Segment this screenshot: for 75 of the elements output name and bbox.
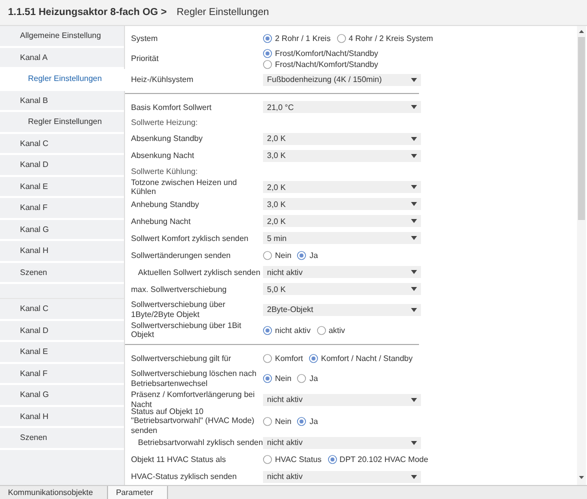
- parameter-label: Sollwertverschiebung gilt für: [131, 354, 232, 364]
- dropdown[interactable]: 21,0 °C: [263, 101, 421, 114]
- parameter-label: Präsenz / Komfortverlängerung bei Nacht: [131, 390, 256, 408]
- parameter-label: HVAC-Status zyklisch senden: [131, 472, 238, 482]
- sidebar-item[interactable]: Kanal H: [0, 406, 124, 428]
- sidebar-item[interactable]: Allgemeine Einstellung: [0, 26, 124, 48]
- section-heading: Sollwerte Kühlung:: [131, 166, 198, 176]
- radio-label[interactable]: 2 Rohr / 1 Kreis: [275, 34, 331, 43]
- dropdown[interactable]: 3,0 K: [263, 150, 421, 162]
- parameter-label: Sollwertänderungen senden: [131, 250, 232, 260]
- parameter-label: Basis Komfort Sollwert: [131, 102, 212, 112]
- dropdown[interactable]: 2,0 K: [263, 132, 421, 145]
- parameter-label: System: [131, 34, 159, 44]
- section-heading: Sollwerte Heizung:: [131, 118, 198, 128]
- sidebar-item[interactable]: Kanal D: [0, 320, 124, 342]
- radio-label[interactable]: Frost/Komfort/Nacht/Standby: [275, 49, 378, 58]
- parameter-label: Priorität: [131, 54, 160, 64]
- sidebar-item[interactable]: Kanal C: [0, 134, 124, 155]
- sidebar-item[interactable]: Szenen: [0, 428, 124, 450]
- sidebar-item[interactable]: Kanal F: [0, 364, 124, 385]
- parameter-label: Sollwertverschiebung über 1Bit Objekt: [131, 320, 242, 340]
- dropdown[interactable]: 5,0 K: [263, 283, 421, 296]
- radio-label[interactable]: Ja: [309, 250, 318, 260]
- parameter-label: Betriebsartvorwahl zyklisch senden: [137, 438, 263, 448]
- radio-label[interactable]: Ja: [309, 416, 318, 426]
- sidebar-item[interactable]: Kanal G: [0, 220, 124, 241]
- parameter-label: Heiz-/Kühlsystem: [131, 74, 194, 84]
- radio-label[interactable]: Ja: [309, 374, 318, 384]
- parameter-label: Sollwert Komfort zyklisch senden: [131, 234, 250, 244]
- dropdown[interactable]: 3,0 K: [263, 198, 421, 210]
- parameter-label: Aktuellen Sollwert zyklisch senden: [137, 268, 262, 278]
- radio-label[interactable]: nicht aktiv: [275, 326, 311, 335]
- dropdown[interactable]: 2Byte-Objekt: [263, 304, 421, 316]
- sidebar-item[interactable]: Szenen: [0, 262, 124, 284]
- dropdown[interactable]: nicht aktiv: [263, 436, 421, 448]
- sidebar-item[interactable]: Kanal C: [0, 299, 124, 320]
- radio-label[interactable]: Frost/Nacht/Komfort/Standby: [275, 60, 378, 69]
- sidebar-item[interactable]: Kanal D: [0, 155, 124, 176]
- parameter-label: Anhebung Standby: [131, 200, 200, 210]
- parameter-label: Absenkung Standby: [131, 134, 204, 144]
- parameter-label: Objekt 11 HVAC Status als: [131, 454, 227, 464]
- radio-label[interactable]: HVAC Status: [275, 455, 322, 464]
- breadcrumb: 1.1.51 Heizungsaktor 8-fach OG >: [8, 7, 167, 18]
- radio-label[interactable]: Nein: [275, 374, 292, 384]
- breadcrumb: Regler Einstellungen: [176, 7, 269, 18]
- sidebar-item[interactable]: Regler Einstellungen: [0, 69, 125, 90]
- radio-label[interactable]: Nein: [275, 416, 292, 426]
- radio-label[interactable]: Komfort: [275, 354, 304, 363]
- dropdown[interactable]: Fußbodenheizung (4K / 150min): [263, 74, 421, 86]
- radio-label[interactable]: Nein: [275, 250, 292, 260]
- sidebar-item[interactable]: Kanal B: [0, 90, 124, 112]
- sidebar-item[interactable]: Kanal F: [0, 198, 124, 220]
- sidebar-item[interactable]: Kanal H: [0, 241, 124, 262]
- radio-label[interactable]: 4 Rohr / 2 Kreis System: [348, 34, 434, 43]
- radio-label[interactable]: Komfort / Nacht / Standby: [321, 354, 413, 363]
- radio-label[interactable]: aktiv: [328, 326, 346, 335]
- tab[interactable]: Parameter: [108, 486, 168, 499]
- radio-label[interactable]: DPT 20.102 HVAC Mode: [340, 455, 428, 464]
- sidebar-item[interactable]: Kanal G: [0, 385, 124, 406]
- parameter-label: Sollwertverschiebung über 1Byte/2Byte Objekt: [131, 300, 226, 320]
- parameter-label: max. Sollwertverschiebung: [131, 284, 228, 294]
- dropdown[interactable]: 2,0 K: [263, 181, 421, 194]
- dropdown[interactable]: nicht aktiv: [263, 394, 421, 406]
- sidebar-item[interactable]: Kanal E: [0, 342, 124, 364]
- parameter-label: Anhebung Nacht: [131, 216, 192, 226]
- dropdown[interactable]: nicht aktiv: [263, 266, 421, 278]
- dropdown[interactable]: 2,0 K: [263, 215, 421, 228]
- parameter-label: Sollwertverschiebung löschen nach Betriebsartenwechsel: [131, 369, 258, 388]
- parameter-label: Totzone zwischen Heizen und Kühlen: [131, 178, 238, 197]
- parameter-label: Status auf Objekt 10 "Betriebsartvorwahl" (HVAC Mode) senden: [131, 406, 256, 436]
- sidebar-item[interactable]: Kanal E: [0, 176, 124, 198]
- parameter-label: Absenkung Nacht: [131, 150, 196, 160]
- dropdown[interactable]: nicht aktiv: [263, 470, 421, 482]
- dropdown[interactable]: 5 min: [263, 232, 421, 244]
- sidebar-item[interactable]: Regler Einstellungen: [0, 112, 124, 134]
